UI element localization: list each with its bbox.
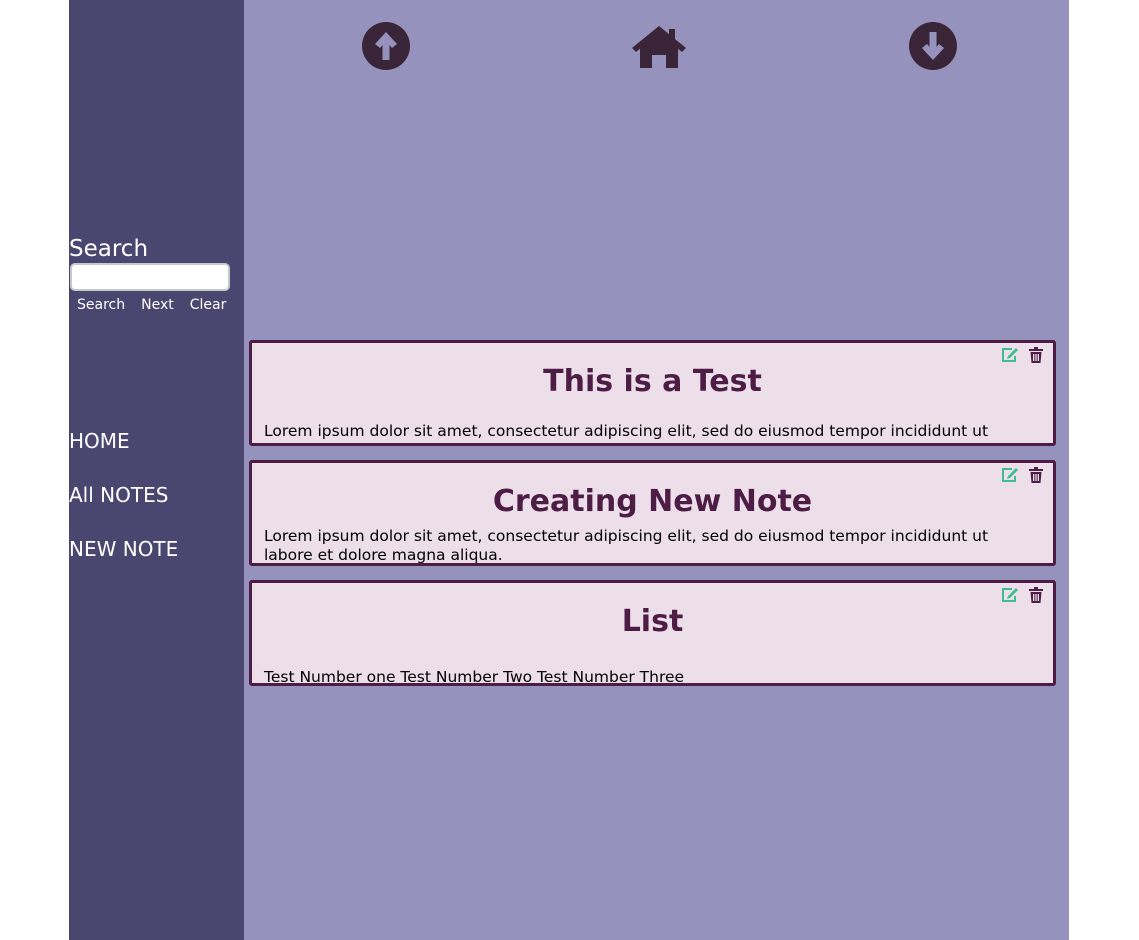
note-body: Lorem ipsum dolor sit amet, consectetur … — [264, 422, 1030, 443]
note-card[interactable]: Creating New Note Lorem ipsum dolor sit … — [249, 460, 1056, 566]
trash-icon[interactable] — [1029, 347, 1043, 367]
note-card[interactable]: This is a Test Lorem ipsum dolor sit ame… — [249, 340, 1056, 446]
note-actions — [1001, 467, 1043, 487]
search-input[interactable] — [70, 263, 230, 291]
note-title: Creating New Note — [492, 484, 813, 519]
search-button-group: Search Next Clear — [69, 296, 234, 314]
edit-icon[interactable] — [1001, 347, 1019, 367]
note-card[interactable]: List Test Number one Test Number Two Tes… — [249, 580, 1056, 686]
nav-home[interactable]: HOME — [69, 428, 130, 454]
arrow-down-circle-icon[interactable] — [909, 22, 957, 74]
search-title: Search — [69, 236, 149, 262]
note-body: Lorem ipsum dolor sit amet, consectetur … — [264, 527, 989, 564]
nav-all-notes[interactable]: All NOTES — [69, 482, 168, 508]
app-container: Search Search Next Clear HOME All NOTES … — [69, 0, 1069, 940]
trash-icon[interactable] — [1029, 467, 1043, 487]
main-content: This is a Test Lorem ipsum dolor sit ame… — [244, 0, 1069, 940]
note-title: This is a Test — [543, 364, 762, 399]
note-title: List — [621, 604, 684, 639]
next-button[interactable]: Next — [133, 296, 182, 314]
note-actions — [1001, 587, 1043, 607]
trash-icon[interactable] — [1029, 587, 1043, 607]
home-icon[interactable] — [631, 24, 687, 74]
clear-button[interactable]: Clear — [182, 296, 235, 314]
nav-new-note[interactable]: NEW NOTE — [69, 536, 178, 562]
edit-icon[interactable] — [1001, 467, 1019, 487]
sidebar: Search Search Next Clear HOME All NOTES … — [69, 0, 244, 940]
arrow-up-circle-icon[interactable] — [362, 22, 410, 74]
note-body: Test Number one Test Number Two Test Num… — [264, 668, 685, 686]
note-actions — [1001, 347, 1043, 367]
edit-icon[interactable] — [1001, 587, 1019, 607]
search-button[interactable]: Search — [69, 296, 133, 314]
